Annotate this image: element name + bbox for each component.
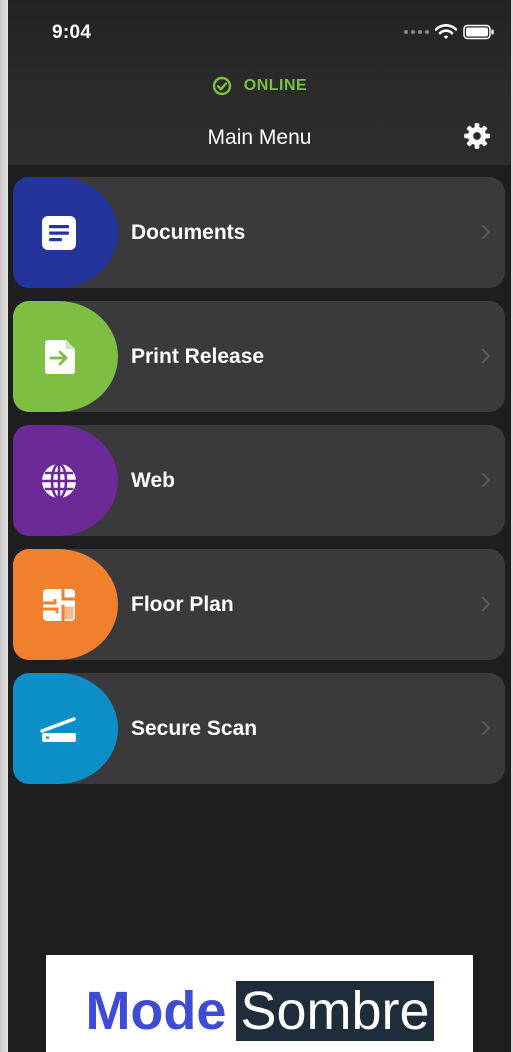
connection-status: ONLINE: [8, 75, 511, 97]
document-icon: [41, 215, 76, 250]
menu-item-web[interactable]: Web: [13, 425, 505, 536]
print-release-badge: [13, 301, 118, 412]
menu-item-print-release[interactable]: Print Release: [13, 301, 505, 412]
app-screen: 9:04 ONLINE Main Menu Documents Print Re…: [8, 0, 511, 1052]
connection-status-label: ONLINE: [243, 77, 308, 94]
battery-icon: [463, 24, 494, 40]
caption-word-sombre: Sombre: [236, 981, 434, 1041]
chevron-right-icon: [482, 225, 491, 239]
menu-item-documents[interactable]: Documents: [13, 177, 505, 288]
menu-item-label: Print Release: [131, 345, 265, 368]
status-icons: [404, 22, 495, 42]
chevron-right-icon: [482, 473, 491, 487]
main-menu-list: Documents Print Release Web Floor Plan S…: [13, 177, 505, 797]
documents-badge: [13, 177, 118, 288]
menu-item-floor-plan[interactable]: Floor Plan: [13, 549, 505, 660]
web-badge: [13, 425, 118, 536]
check-circle-icon: [212, 76, 231, 96]
menu-item-label: Secure Scan: [131, 717, 258, 740]
nav-bar: Main Menu: [8, 110, 511, 165]
menu-item-label: Documents: [131, 221, 246, 244]
floor-plan-badge: [13, 549, 118, 660]
globe-icon: [41, 462, 76, 499]
secure-scan-badge: [13, 673, 118, 784]
dark-mode-caption: Mode Sombre: [46, 955, 473, 1052]
menu-item-secure-scan[interactable]: Secure Scan: [13, 673, 505, 784]
chevron-right-icon: [482, 349, 491, 363]
page-title: Main Menu: [207, 126, 312, 149]
status-bar: 9:04: [8, 0, 511, 64]
chevron-right-icon: [482, 721, 491, 735]
file-arrow-icon: [44, 339, 75, 374]
header: 9:04 ONLINE Main Menu: [8, 0, 511, 165]
menu-item-label: Web: [131, 469, 175, 492]
signal-dots-icon: [404, 30, 429, 34]
wifi-icon: [435, 24, 457, 39]
status-time: 9:04: [52, 22, 92, 43]
scanner-icon: [39, 716, 76, 742]
caption-word-mode: Mode: [85, 981, 227, 1041]
gear-icon[interactable]: [463, 122, 491, 150]
chevron-right-icon: [482, 597, 491, 611]
floor-plan-icon: [42, 588, 75, 621]
menu-item-label: Floor Plan: [131, 593, 234, 616]
